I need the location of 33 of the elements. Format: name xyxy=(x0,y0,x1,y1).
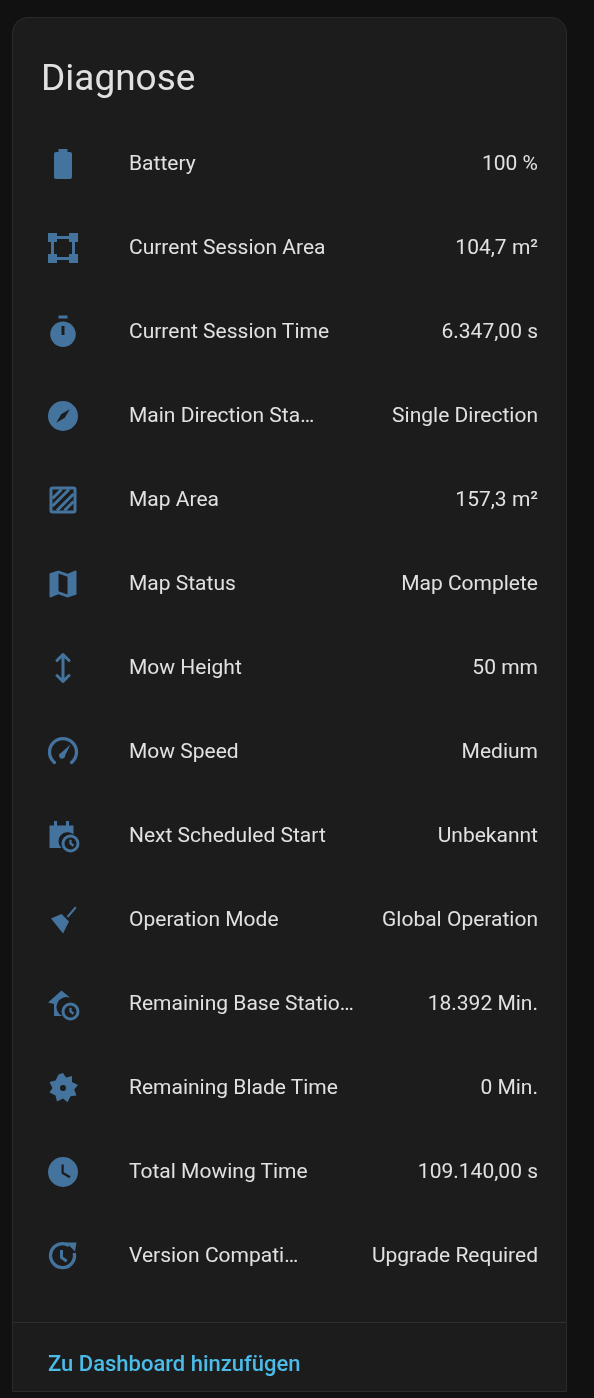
entity-name: Current Session Time xyxy=(129,318,330,346)
entity-name: Current Session Area xyxy=(129,234,326,262)
entity-name: Next Scheduled Start xyxy=(129,822,326,850)
entity-name: Map Status xyxy=(129,570,236,598)
entity-name: Remaining Blade Time xyxy=(129,1074,338,1102)
entity-value: Upgrade Required xyxy=(370,1242,538,1270)
entity-name: Remaining Base Statio… xyxy=(129,990,354,1018)
clock-icon xyxy=(45,1154,81,1190)
entity-value: 18.392 Min. xyxy=(426,990,538,1018)
entity-value: 157,3 m² xyxy=(454,486,538,514)
entity-value: 6.347,00 s xyxy=(440,318,538,346)
compass-icon xyxy=(45,398,81,434)
entity-value: 50 mm xyxy=(471,654,538,682)
entity-value: Single Direction xyxy=(391,402,538,430)
entity-name: Main Direction Sta… xyxy=(129,402,315,430)
entity-name: Map Area xyxy=(129,486,219,514)
entity-name: Operation Mode xyxy=(129,906,279,934)
entity-value: 109.140,00 s xyxy=(416,1158,538,1186)
entity-name: Total Mowing Time xyxy=(129,1158,308,1186)
entity-value: Medium xyxy=(460,738,538,766)
card-title: Diagnose xyxy=(41,56,196,99)
entity-value: 104,7 m² xyxy=(454,234,538,262)
entity-name: Mow Height xyxy=(129,654,242,682)
entity-value: Unbekannt xyxy=(436,822,538,850)
entity-value: 0 Min. xyxy=(479,1074,538,1102)
entity-name: Mow Speed xyxy=(129,738,239,766)
selection-square-icon xyxy=(45,230,81,266)
entity-value: 100 % xyxy=(481,150,538,178)
add-to-dashboard-link[interactable]: Zu Dashboard hinzufügen xyxy=(48,1351,301,1376)
entity-name: Battery xyxy=(129,150,196,178)
entity-name: Version Compati… xyxy=(129,1242,299,1270)
entity-value: Global Operation xyxy=(381,906,538,934)
entity-value: Map Complete xyxy=(400,570,538,598)
